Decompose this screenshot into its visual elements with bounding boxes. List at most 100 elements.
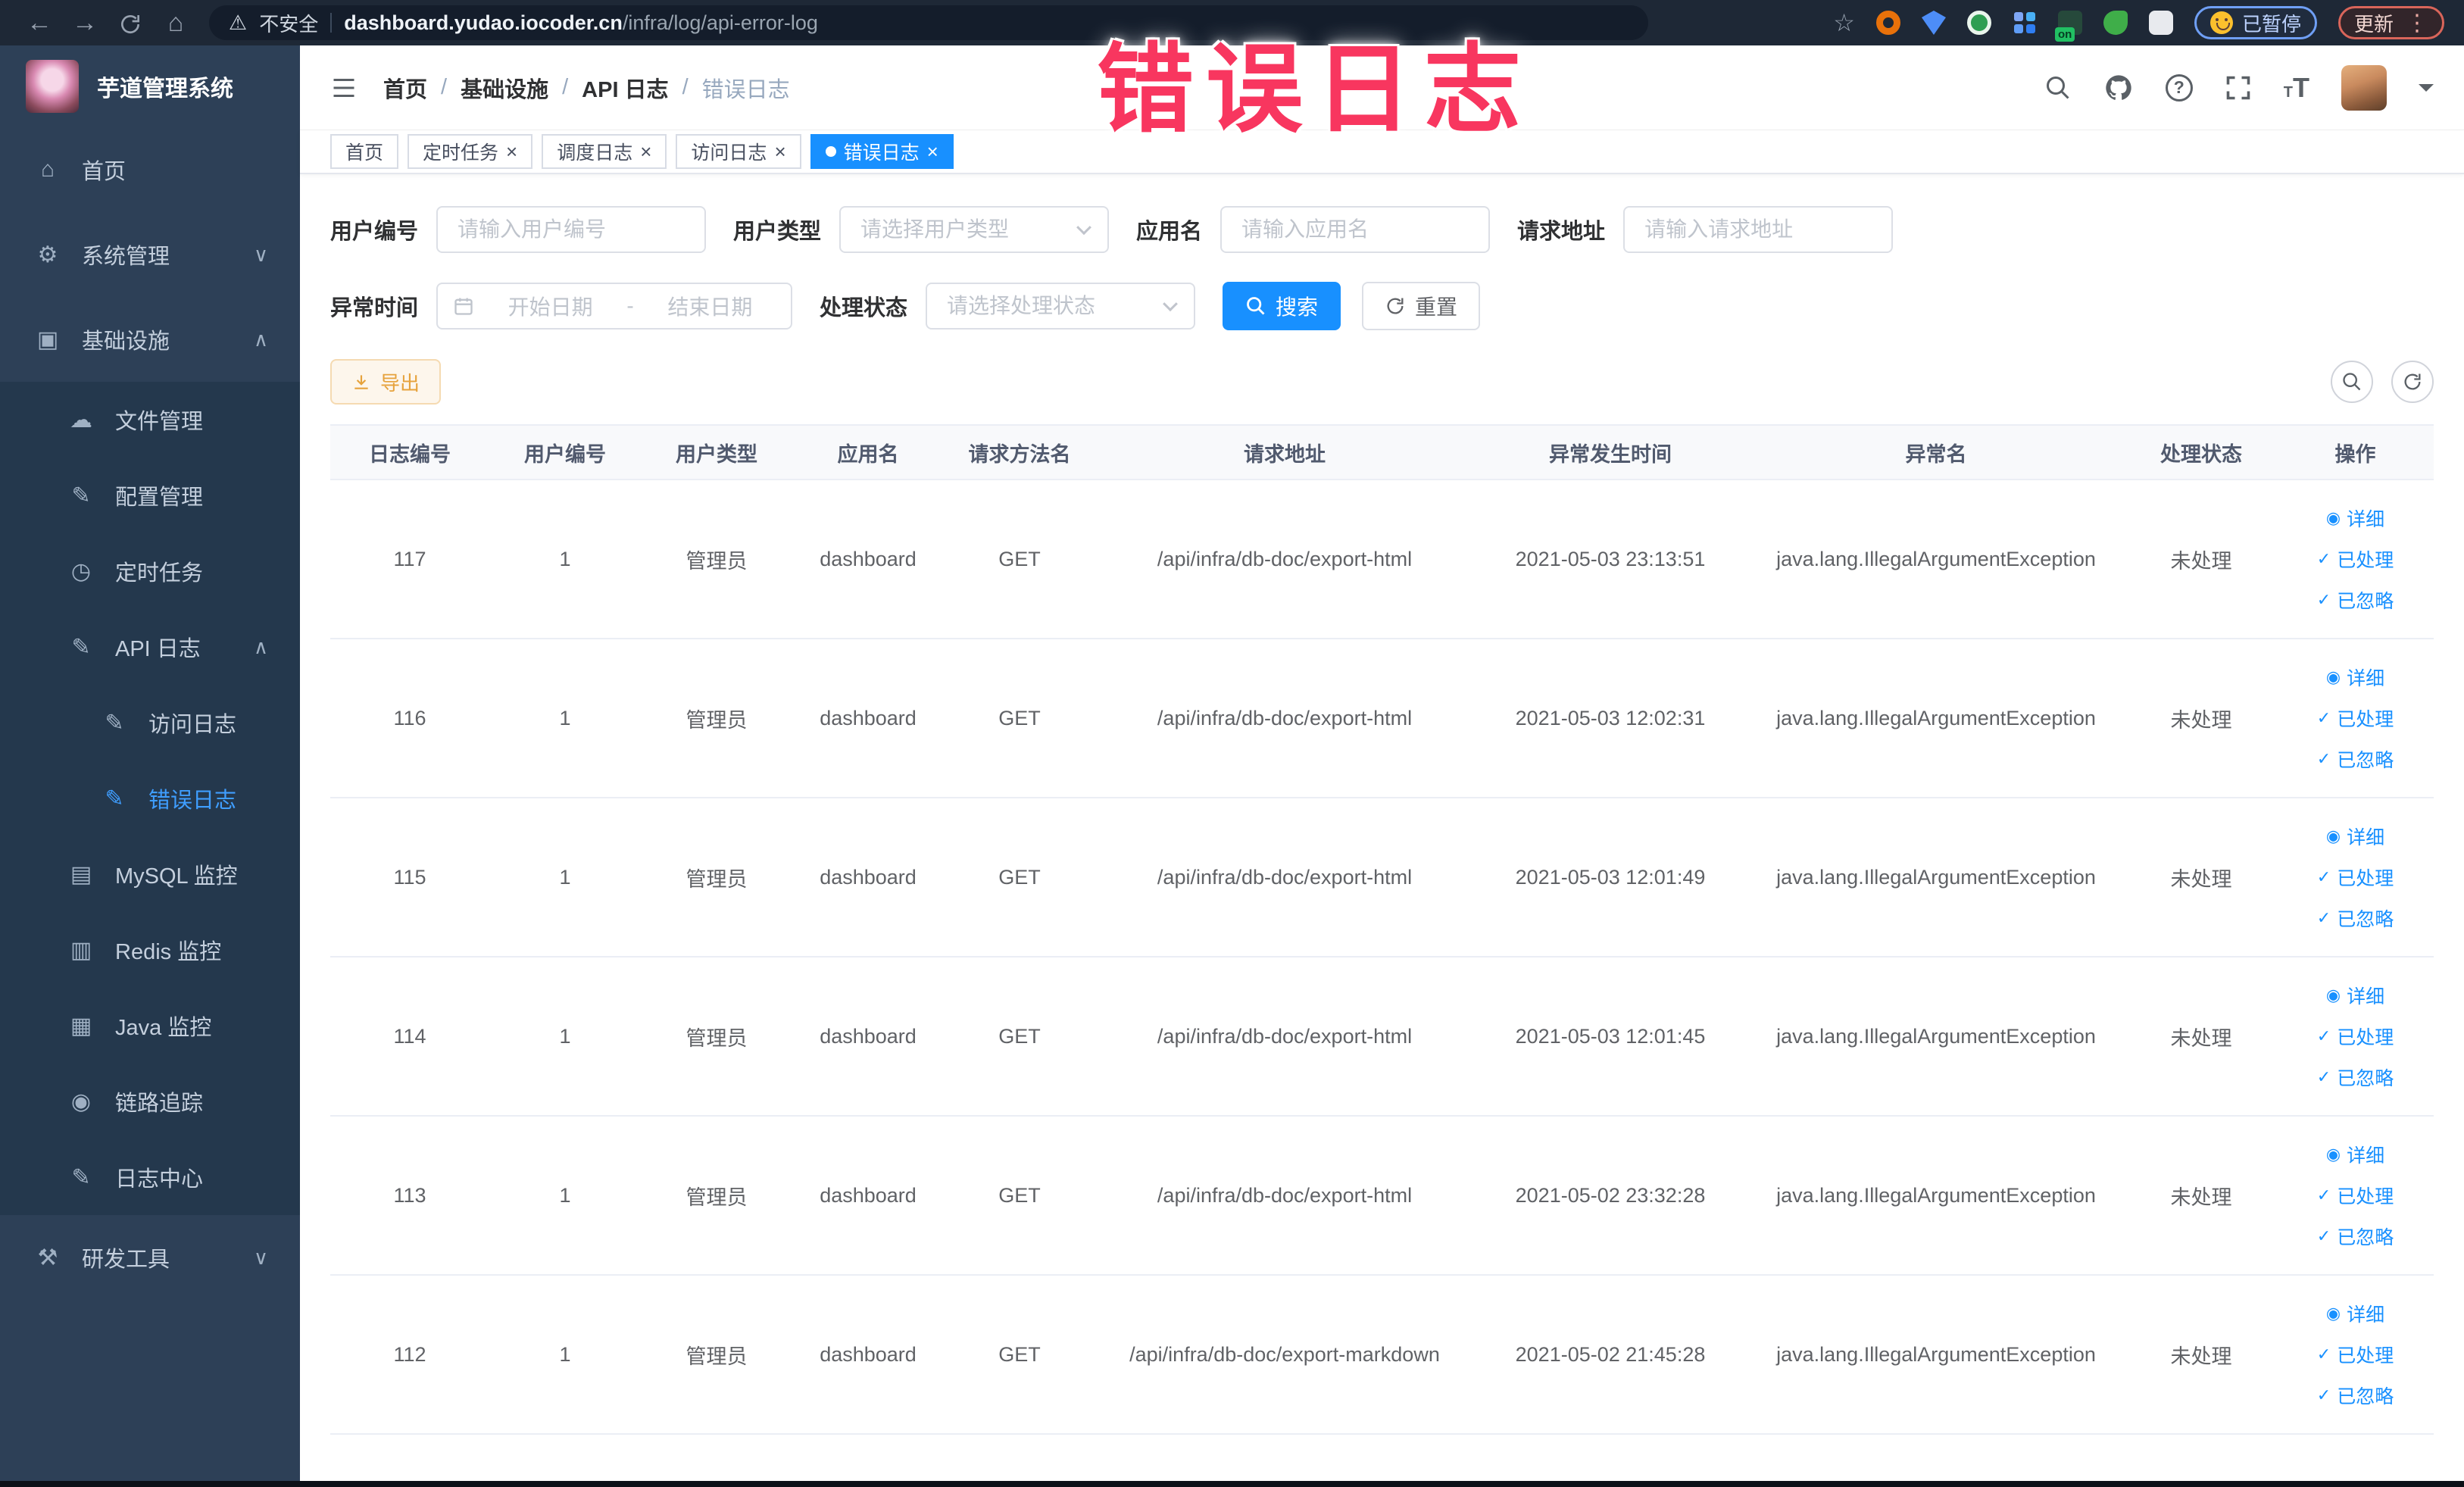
reset-button[interactable]: 重置: [1362, 282, 1481, 330]
action-processed-link[interactable]: ✓ 已处理: [2317, 864, 2394, 891]
start-date-placeholder[interactable]: 开始日期: [485, 291, 616, 321]
extension-on-badge-icon[interactable]: on: [2054, 11, 2082, 42]
header-search-button[interactable]: [2044, 74, 2072, 102]
fullscreen-button[interactable]: [2225, 74, 2252, 102]
tab-home[interactable]: 首页: [330, 134, 399, 169]
sidebar-item-java[interactable]: ▦ Java 监控: [0, 988, 300, 1064]
tab-close-icon[interactable]: ×: [640, 142, 651, 161]
extension-green-leaf-icon[interactable]: [2103, 11, 2128, 35]
tab-close-icon[interactable]: ×: [506, 142, 517, 161]
browser-update-button[interactable]: 更新 ⋮: [2338, 6, 2444, 39]
action-ignore-link[interactable]: ✓ 已忽略: [2317, 1223, 2394, 1250]
end-date-placeholder[interactable]: 结束日期: [645, 291, 776, 321]
cell-url: /api/infra/db-doc/export-html: [1157, 706, 1413, 729]
action-processed-link[interactable]: ✓ 已处理: [2317, 1182, 2394, 1209]
extension-blue-grid-icon[interactable]: [2013, 11, 2037, 35]
action-processed-link[interactable]: ✓ 已处理: [2317, 545, 2394, 573]
breadcrumb-api-log[interactable]: API 日志: [582, 72, 668, 104]
export-button[interactable]: 导出: [330, 359, 442, 405]
toggle-search-button[interactable]: [2331, 361, 2373, 403]
process-status-select[interactable]: [926, 283, 1196, 330]
cell-user_type: 管理员: [685, 1026, 748, 1050]
action-label: 已处理: [2337, 1027, 2394, 1048]
sidebar-item-api-log[interactable]: ✎ API 日志 ∧: [0, 609, 300, 685]
search-button[interactable]: 搜索: [1223, 282, 1341, 330]
action-detail-link[interactable]: ◉ 详细: [2326, 1141, 2384, 1168]
action-ignore-link[interactable]: ✓ 已忽略: [2317, 586, 2394, 614]
breadcrumb-infra[interactable]: 基础设施: [461, 72, 548, 104]
sidebar-item-file[interactable]: ☁ 文件管理: [0, 382, 300, 458]
request-url-input[interactable]: [1623, 206, 1894, 253]
sidebar-item-dev-tools[interactable]: ⚒ 研发工具 ∨: [0, 1215, 300, 1300]
paused-extension-badge[interactable]: 已暂停: [2194, 6, 2317, 39]
download-icon: [354, 375, 368, 389]
tab-job-log[interactable]: 调度日志 ×: [542, 134, 667, 169]
tab-close-icon[interactable]: ×: [927, 142, 938, 161]
breadcrumb-home[interactable]: 首页: [383, 72, 427, 104]
sidebar-item-tracer[interactable]: ◉ 链路追踪: [0, 1064, 300, 1139]
security-warning-icon[interactable]: ⚠: [229, 11, 247, 35]
user-avatar[interactable]: [2341, 64, 2387, 111]
extension-orange-ring-icon[interactable]: [1875, 11, 1900, 35]
infra-submenu: ☁ 文件管理 ✎ 配置管理 ◷ 定时任务 ✎ API 日志 ∧ ✎ 访问日志 ✎ 错误日志 ▤ MySQL …: [0, 382, 300, 1215]
action-detail-link[interactable]: ◉ 详细: [2326, 664, 2384, 691]
sidebar-item-system[interactable]: ⚙ 系统管理 ∨: [0, 212, 300, 297]
browser-menu-kebab-icon[interactable]: ⋮: [2406, 10, 2428, 36]
action-detail-link[interactable]: ◉ 详细: [2326, 823, 2384, 850]
action-detail-link[interactable]: ◉ 详细: [2326, 1300, 2384, 1327]
extension-green-check-icon[interactable]: [1966, 11, 1991, 35]
browser-reload-button[interactable]: [111, 0, 150, 45]
paused-badge-label: 已暂停: [2241, 12, 2301, 36]
sidebar-item-infra[interactable]: ▣ 基础设施 ∧: [0, 297, 300, 382]
sidebar-item-home[interactable]: ⌂ 首页: [0, 127, 300, 212]
sidebar-item-redis[interactable]: ▥ Redis 监控: [0, 912, 300, 988]
cell-url: /api/infra/db-doc/export-html: [1157, 1183, 1413, 1207]
browser-forward-button[interactable]: →: [65, 0, 105, 45]
table-header-cell: 异常发生时间: [1549, 442, 1672, 466]
user-type-select[interactable]: [839, 206, 1110, 253]
action-ignore-link[interactable]: ✓ 已忽略: [2317, 1382, 2394, 1409]
table-row: 117 1 管理员 dashboard GET/api/infra/db-doc/exp…: [330, 480, 2434, 639]
tab-api-access-log[interactable]: 访问日志 ×: [676, 134, 801, 169]
cell-exception: java.lang.IllegalArgumentException: [1776, 1342, 2096, 1366]
action-detail-link[interactable]: ◉ 详细: [2326, 982, 2384, 1009]
date-range-picker[interactable]: 开始日期 - 结束日期: [436, 283, 793, 330]
extension-blue-shield-icon[interactable]: [1921, 11, 1946, 35]
avatar-caret-icon[interactable]: [2419, 83, 2434, 99]
github-link-button[interactable]: [2103, 73, 2134, 103]
action-processed-link[interactable]: ✓ 已处理: [2317, 1341, 2394, 1368]
help-docs-button[interactable]: ?: [2165, 73, 2193, 102]
action-ignore-link[interactable]: ✓ 已忽略: [2317, 1064, 2394, 1091]
sidebar-item-label: 首页: [82, 160, 126, 184]
tab-api-error-log[interactable]: 错误日志 ×: [810, 134, 954, 169]
extensions-puzzle-icon[interactable]: [2148, 11, 2173, 35]
cell-actions: ◉ 详细 ✓ 已处理 ✓ 已忽略: [2277, 1141, 2434, 1250]
sidebar-item-job[interactable]: ◷ 定时任务: [0, 533, 300, 609]
action-label: 已处理: [2337, 550, 2394, 571]
table-row: 116 1 管理员 dashboard GET/api/infra/db-doc/exp…: [330, 639, 2434, 798]
action-label: 详细: [2347, 668, 2385, 689]
browser-home-button[interactable]: ⌂: [156, 0, 195, 45]
sidebar-item-log-center[interactable]: ✎ 日志中心: [0, 1139, 300, 1215]
browser-back-button[interactable]: ←: [20, 0, 59, 45]
url-text[interactable]: dashboard.yudao.iocoder.cn/infra/log/api…: [344, 11, 818, 35]
sidebar-item-api-access-log[interactable]: ✎ 访问日志: [0, 685, 300, 761]
action-processed-link[interactable]: ✓ 已处理: [2317, 1023, 2394, 1050]
action-processed-link[interactable]: ✓ 已处理: [2317, 704, 2394, 732]
action-ignore-link[interactable]: ✓ 已忽略: [2317, 745, 2394, 773]
sidebar-toggle-button[interactable]: [330, 74, 358, 102]
bookmark-star-icon[interactable]: ☆: [1833, 8, 1855, 37]
action-detail-link[interactable]: ◉ 详细: [2326, 505, 2384, 532]
table-header-cell: 日志编号: [369, 442, 451, 466]
sidebar-item-api-error-log[interactable]: ✎ 错误日志: [0, 761, 300, 836]
font-size-button[interactable]: TT: [2284, 73, 2309, 101]
user-id-input[interactable]: [436, 206, 707, 253]
refresh-table-button[interactable]: [2391, 361, 2434, 403]
tab-close-icon[interactable]: ×: [774, 142, 785, 161]
app-name-input[interactable]: [1220, 206, 1491, 253]
sidebar-item-label: API 日志: [115, 637, 201, 661]
sidebar-item-config[interactable]: ✎ 配置管理: [0, 458, 300, 533]
tab-job[interactable]: 定时任务 ×: [408, 134, 533, 169]
action-ignore-link[interactable]: ✓ 已忽略: [2317, 904, 2394, 932]
sidebar-item-mysql[interactable]: ▤ MySQL 监控: [0, 836, 300, 912]
